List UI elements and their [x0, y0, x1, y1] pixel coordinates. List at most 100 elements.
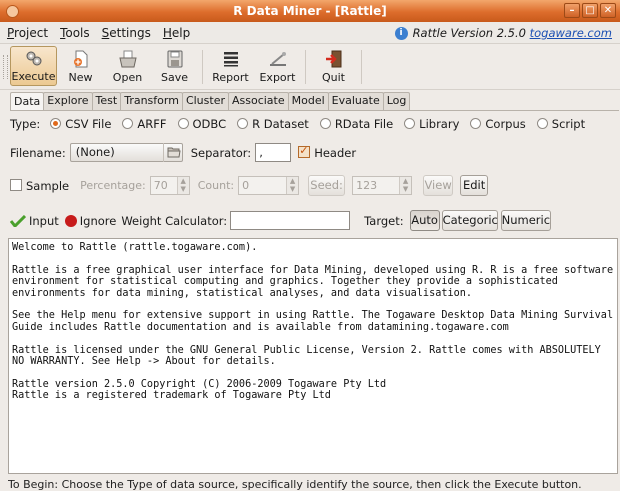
type-label: Type: [10, 117, 41, 131]
radio-rdata-file[interactable]: RData File [319, 117, 394, 131]
role-row: Input Ignore Weight Calculator: Target: … [10, 210, 610, 231]
seed-spinner[interactable]: 123 ▲ ▼ [352, 176, 413, 195]
filename-chooser[interactable]: (None) [69, 143, 183, 162]
percentage-value: 70 [153, 179, 168, 192]
seed-button[interactable]: Seed: [308, 175, 346, 196]
report-label: Report [212, 71, 249, 84]
minimize-button[interactable]: – [564, 3, 580, 18]
input-role[interactable]: Input [10, 214, 59, 228]
tab-explore[interactable]: Explore [43, 92, 93, 110]
tab-data[interactable]: Data [10, 92, 45, 110]
togaware-link[interactable]: togaware.com [530, 26, 612, 40]
toolbar: Execute New Open Save Report Export Quit [0, 45, 620, 90]
gears-icon [25, 49, 43, 67]
ignore-label: Ignore [79, 213, 117, 228]
new-document-icon [72, 50, 90, 68]
execute-label: Execute [11, 70, 56, 83]
filename-value: (None) [75, 145, 115, 159]
close-button[interactable]: ✕ [600, 3, 616, 18]
tab-associate[interactable]: Associate [227, 92, 289, 110]
radio-arff[interactable]: ARFF [122, 117, 167, 131]
percentage-label: Percentage: [80, 179, 146, 192]
checkmark-icon [10, 214, 26, 227]
tab-transform[interactable]: Transform [120, 92, 183, 110]
menu-settings[interactable]: Settings [96, 26, 157, 40]
separator-input[interactable]: , [255, 143, 292, 162]
radio-odbc[interactable]: ODBC [177, 117, 227, 131]
radio-indicator [319, 118, 331, 129]
status-bar: To Begin: Choose the Type of data source… [8, 479, 582, 491]
tab-cluster[interactable]: Cluster [181, 92, 229, 110]
target-auto-button[interactable]: Auto [409, 210, 440, 231]
toolbar-handle[interactable] [3, 55, 8, 79]
radio-indicator [536, 118, 548, 129]
menu-project[interactable]: Project [1, 26, 54, 40]
target-numeric-button[interactable]: Numeric [500, 210, 551, 231]
radio-label: CSV File [65, 117, 112, 131]
window-title: R Data Miner - [Rattle] [233, 4, 387, 18]
title-bar[interactable]: R Data Miner - [Rattle] – □ ✕ [0, 0, 620, 22]
sample-label: Sample [26, 178, 70, 193]
filename-label: Filename: [10, 145, 66, 160]
output-textview[interactable]: Welcome to Rattle (rattle.togaware.com).… [8, 238, 618, 474]
report-button[interactable]: Report [207, 46, 254, 86]
weight-label: Weight Calculator: [121, 213, 228, 228]
quit-button[interactable]: Quit [310, 46, 357, 86]
tab-evaluate[interactable]: Evaluate [327, 92, 384, 110]
menu-help[interactable]: Help [157, 26, 196, 40]
tab-model[interactable]: Model [287, 92, 329, 110]
edit-button[interactable]: Edit [460, 175, 489, 196]
new-button[interactable]: New [57, 46, 104, 86]
execute-button[interactable]: Execute [10, 46, 57, 86]
target-categoric-button[interactable]: Categoric [441, 210, 498, 231]
radio-r-dataset[interactable]: R Dataset [237, 117, 309, 131]
view-button[interactable]: View [423, 175, 454, 196]
radio-script[interactable]: Script [536, 117, 585, 131]
radio-label: RData File [334, 117, 394, 131]
menu-bar: Project Tools Settings Help i Rattle Ver… [0, 22, 620, 44]
input-label: Input [29, 213, 59, 228]
toolbar-separator [361, 50, 362, 84]
tab-test[interactable]: Test [91, 92, 122, 110]
radio-indicator [470, 118, 482, 129]
radio-corpus[interactable]: Corpus [470, 117, 526, 131]
file-row: Filename: (None) Separator: , Header [10, 143, 610, 162]
count-spinner[interactable]: 0 ▲ ▼ [238, 176, 300, 195]
data-panel: Type: CSV File ARFF ODBC R Dataset RData… [10, 110, 619, 237]
export-button[interactable]: Export [254, 46, 301, 86]
count-value: 0 [242, 179, 250, 192]
radio-indicator [404, 118, 416, 129]
radio-label: ODBC [192, 117, 227, 131]
header-label: Header [314, 145, 357, 160]
info-icon: i [394, 26, 408, 40]
weight-calculator-input[interactable] [230, 211, 351, 230]
ignore-role[interactable]: Ignore [64, 213, 117, 228]
target-label: Target: [364, 213, 404, 228]
maximize-button[interactable]: □ [582, 3, 598, 18]
tab-log[interactable]: Log [382, 92, 411, 110]
radio-library[interactable]: Library [404, 117, 459, 131]
radio-label: R Dataset [252, 117, 309, 131]
report-icon [222, 50, 240, 68]
radio-label: ARFF [137, 117, 167, 131]
open-button[interactable]: Open [104, 46, 151, 86]
radio-indicator [50, 118, 62, 129]
window-menu-icon[interactable] [6, 5, 19, 18]
radio-csv-file[interactable]: CSV File [50, 117, 111, 131]
radio-indicator [177, 118, 189, 129]
export-label: Export [259, 71, 296, 84]
open-label: Open [112, 71, 143, 84]
save-button[interactable]: Save [151, 46, 198, 86]
percentage-spinner[interactable]: 70 ▲ ▼ [149, 176, 190, 195]
toolbar-separator [202, 50, 203, 84]
radio-label: Library [419, 117, 460, 131]
spin-arrows-icon: ▲ ▼ [399, 177, 412, 194]
spin-arrows-icon: ▲ ▼ [176, 177, 189, 194]
notebook-tabs: Data Explore Test Transform Cluster Asso… [10, 92, 411, 110]
sample-checkbox[interactable]: Sample [10, 178, 70, 193]
header-checkbox[interactable]: Header [298, 144, 357, 160]
radio-indicator [237, 118, 249, 129]
floppy-disk-icon [166, 50, 184, 68]
toolbar-separator [305, 50, 306, 84]
menu-tools[interactable]: Tools [54, 26, 96, 40]
